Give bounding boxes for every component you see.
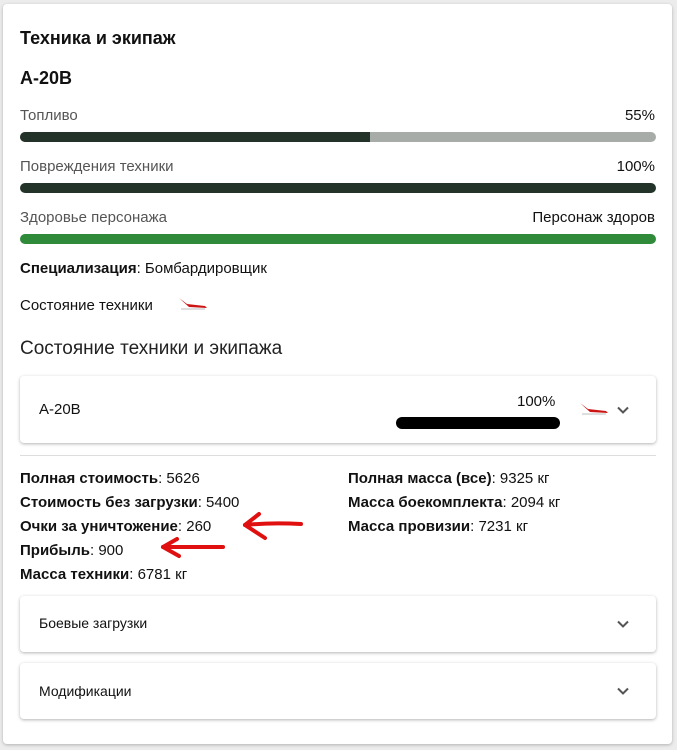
damage-bar-fill [20,183,656,193]
annotation-arrow-icon [243,512,303,540]
chevron-down-icon[interactable] [616,617,630,631]
divider [20,455,656,456]
fuel-bar [20,132,656,142]
chevron-down-icon[interactable] [616,403,630,417]
stat-value: 5626 [166,470,200,487]
aircraft-icon [580,403,608,415]
stat-label: Очки за уничтожение [20,518,178,535]
modifications-accordion[interactable]: Модификации [20,663,656,719]
health-bar [20,234,656,244]
combat-loadouts-label: Боевые загрузки [39,615,148,631]
specialization-value: Бомбардировщик [144,260,267,277]
vehicle-name: А-20В [20,68,73,88]
health-bar-fill [20,234,656,244]
stat-cost-no-loadout: Стоимость без загрузки: 5400 [20,494,240,511]
card-title: Техника и экипаж [20,28,176,48]
vehicle-row-bar [396,417,560,429]
stat-vehicle-mass: Масса техники: 6781 кг [20,566,188,583]
stat-label: Полная масса (все) [348,470,492,487]
fuel-label: Топливо [20,107,78,124]
health-value: Персонаж здоров [532,209,655,226]
stat-value: 6781 кг [137,566,188,583]
damage-label: Повреждения техники [20,158,174,175]
vehicle-row-name: А-20В [39,401,81,418]
combat-loadouts-accordion[interactable]: Боевые загрузки [20,596,656,652]
stat-value: 9325 кг [499,470,550,487]
stat-total-mass: Полная масса (все): 9325 кг [348,470,550,487]
stat-value: 2094 кг [510,494,561,511]
vehicle-row-accordion[interactable]: А-20В 100% [20,376,656,443]
stat-value: 260 [186,518,212,535]
damage-value: 100% [616,158,655,175]
chevron-down-icon[interactable] [616,684,630,698]
vehicle-crew-card: Техника и экипаж А-20В Топливо 55% Повре… [3,4,672,744]
stat-label: Масса техники [20,566,130,583]
fuel-bar-fill [20,132,370,142]
stat-profit: Прибыль: 900 [20,542,124,559]
annotation-arrow-icon [161,537,225,558]
stat-label: Прибыль [20,542,90,559]
crew-section-title: Состояние техники и экипажа [20,338,283,359]
stat-value: 900 [98,542,124,559]
health-label: Здоровье персонажа [20,209,167,226]
aircraft-icon [179,298,207,310]
stat-ammo-mass: Масса боекомплекта: 2094 кг [348,494,561,511]
damage-bar [20,183,656,193]
specialization-label: Специализация [20,260,137,277]
stat-value: 5400 [206,494,240,511]
stat-label: Полная стоимость [20,470,159,487]
fuel-value: 55% [624,107,655,124]
stat-label: Масса провизии [348,518,471,535]
stat-total-cost: Полная стоимость: 5626 [20,470,200,487]
modifications-label: Модификации [39,683,132,699]
vehicle-state-label: Состояние техники [20,297,153,314]
stat-label: Стоимость без загрузки [20,494,198,511]
specialization: Специализация: Бомбардировщик [20,260,267,277]
stat-label: Масса боекомплекта [348,494,503,511]
stat-value: 7231 кг [478,518,529,535]
stat-kill-points: Очки за уничтожение: 260 [20,518,212,535]
stat-provision-mass: Масса провизии: 7231 кг [348,518,529,535]
vehicle-row-percent: 100% [517,393,556,410]
